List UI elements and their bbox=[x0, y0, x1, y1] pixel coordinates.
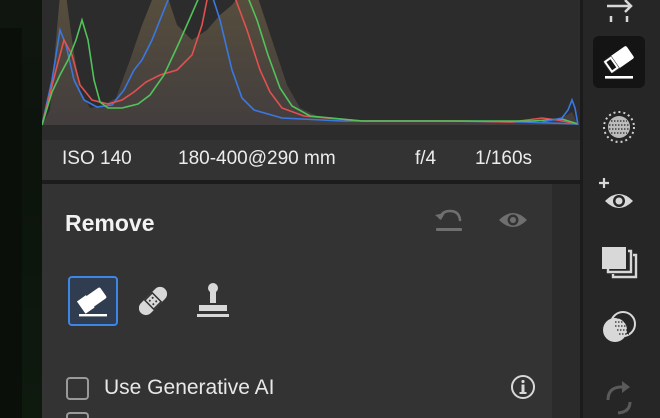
heal-tool-button[interactable] bbox=[128, 276, 178, 326]
clone-stamp-tool-button[interactable] bbox=[188, 276, 238, 326]
red-eye-icon bbox=[599, 178, 633, 208]
panel-title: Remove bbox=[65, 210, 155, 236]
presets-icon bbox=[602, 247, 638, 279]
eraser-icon bbox=[602, 46, 634, 79]
visibility-eye-icon[interactable] bbox=[497, 208, 533, 238]
right-panel: ISO 140 180-400@290 mm f/4 1/160s Remove bbox=[42, 0, 580, 418]
generative-ai-option: Use Generative AI bbox=[66, 374, 536, 404]
shutter-speed-value: 1/160s bbox=[475, 148, 533, 169]
eraser-icon bbox=[76, 287, 107, 317]
photo-preview-edge bbox=[0, 0, 42, 418]
iso-value: ISO 140 bbox=[62, 148, 132, 169]
transform-icon[interactable] bbox=[593, 0, 645, 30]
sync-tool-button[interactable] bbox=[593, 372, 645, 418]
second-option-checkbox[interactable] bbox=[66, 412, 89, 418]
use-generative-ai-label: Use Generative AI bbox=[104, 376, 275, 399]
eraser-tool-button[interactable] bbox=[68, 276, 118, 326]
use-generative-ai-checkbox[interactable] bbox=[66, 377, 89, 400]
remove-tool-button[interactable] bbox=[593, 36, 645, 88]
masking-tool-button[interactable] bbox=[593, 101, 645, 153]
reset-icon[interactable] bbox=[432, 206, 468, 236]
bandage-icon bbox=[138, 286, 168, 316]
info-icon[interactable] bbox=[510, 374, 536, 400]
presets-tool-button[interactable] bbox=[593, 236, 645, 288]
histogram bbox=[42, 0, 580, 140]
blend-icon bbox=[603, 311, 636, 342]
sync-icon bbox=[606, 381, 632, 415]
edit-tool-strip bbox=[583, 0, 660, 418]
masking-icon bbox=[603, 111, 635, 143]
red-eye-tool-button[interactable] bbox=[593, 170, 645, 222]
exif-info-bar: ISO 140 180-400@290 mm f/4 1/160s bbox=[42, 140, 580, 180]
focal-length-value: 180-400@290 mm bbox=[178, 148, 336, 169]
blend-tool-button[interactable] bbox=[593, 302, 645, 354]
remove-panel: Remove Use Generative AI bbox=[42, 184, 552, 418]
stamp-icon bbox=[197, 283, 229, 317]
aperture-value: f/4 bbox=[415, 148, 437, 169]
